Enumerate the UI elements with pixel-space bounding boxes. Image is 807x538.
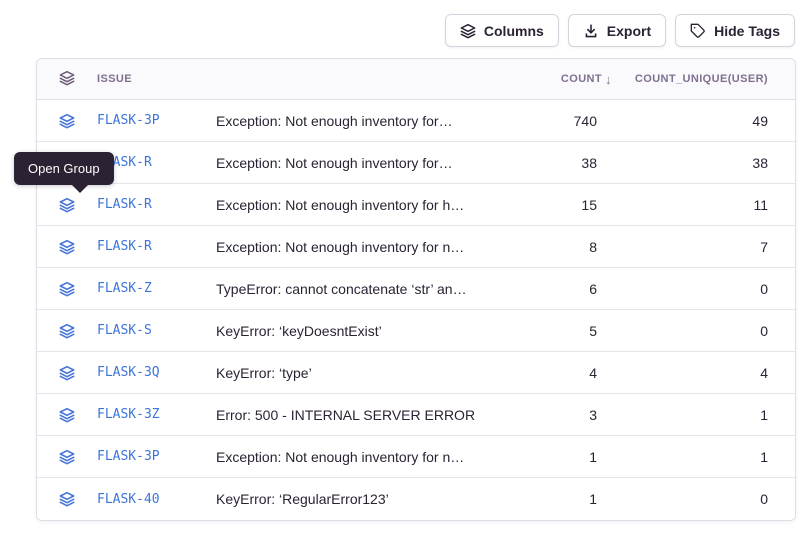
open-group-stack-icon[interactable] [37, 407, 97, 423]
open-group-stack-icon[interactable] [37, 491, 97, 507]
results-table: ISSUE COUNT ↓ COUNT_UNIQUE(USER) FLASK-3… [36, 58, 796, 521]
count-value: 5 [496, 323, 602, 339]
open-group-stack-icon[interactable] [37, 239, 97, 255]
issue-title: Exception: Not enough inventory for h… [216, 197, 496, 213]
table-row: FLASK-R Exception: Not enough inventory … [37, 226, 795, 268]
open-group-stack-icon[interactable] [37, 365, 97, 381]
count-value: 6 [496, 281, 602, 297]
issue-key-link[interactable]: FLASK-40 [97, 492, 216, 507]
issue-title: KeyError: ‘keyDoesntExist’ [216, 323, 496, 339]
export-button-label: Export [607, 23, 651, 39]
toolbar: Columns Export Hide Tags [445, 14, 795, 47]
count-value: 38 [496, 155, 602, 171]
table-row: FLASK-40 KeyError: ‘RegularError123’ 1 0 [37, 478, 795, 520]
header-issue: ISSUE [97, 73, 216, 85]
table-header-row: ISSUE COUNT ↓ COUNT_UNIQUE(USER) [37, 59, 795, 100]
issue-title: Exception: Not enough inventory for… [216, 155, 496, 171]
issue-title: Exception: Not enough inventory for n… [216, 239, 496, 255]
count-unique-value: 1 [602, 407, 795, 423]
count-unique-value: 49 [602, 113, 795, 129]
count-unique-value: 7 [602, 239, 795, 255]
table-row: FLASK-3Q KeyError: ‘type’ 4 4 [37, 352, 795, 394]
count-unique-value: 0 [602, 281, 795, 297]
table-row: FLASK-3Z Error: 500 - INTERNAL SERVER ER… [37, 394, 795, 436]
count-unique-value: 11 [602, 197, 795, 213]
header-count-unique[interactable]: COUNT_UNIQUE(USER) [602, 73, 795, 85]
tooltip-label: Open Group [28, 161, 100, 176]
count-value: 1 [496, 449, 602, 465]
columns-button-label: Columns [484, 23, 544, 39]
issue-key-link[interactable]: FLASK-3P [97, 113, 216, 128]
issue-key-link[interactable]: FLASK-3Q [97, 365, 216, 380]
issue-title: KeyError: ‘type’ [216, 365, 496, 381]
hide-tags-button-label: Hide Tags [714, 23, 780, 39]
issue-title: Exception: Not enough inventory for n… [216, 449, 496, 465]
issue-key-link[interactable]: FLASK-3P [97, 449, 216, 464]
open-group-stack-icon[interactable] [37, 449, 97, 465]
issue-key-link[interactable]: FLASK-R [97, 197, 216, 212]
table-row: FLASK-S KeyError: ‘keyDoesntExist’ 5 0 [37, 310, 795, 352]
table-row: FLASK-3P Exception: Not enough inventory… [37, 100, 795, 142]
download-icon [583, 23, 599, 39]
issue-title: Error: 500 - INTERNAL SERVER ERROR [216, 407, 496, 423]
open-group-stack-icon[interactable] [37, 281, 97, 297]
count-unique-value: 0 [602, 491, 795, 507]
table-body: FLASK-3P Exception: Not enough inventory… [37, 100, 795, 520]
issue-title: TypeError: cannot concatenate ‘str’ an… [216, 281, 496, 297]
columns-button[interactable]: Columns [445, 14, 559, 47]
header-count[interactable]: COUNT ↓ [496, 72, 602, 87]
stack-header-icon [37, 70, 97, 89]
count-value: 15 [496, 197, 602, 213]
tag-icon [690, 23, 706, 39]
count-value: 4 [496, 365, 602, 381]
count-value: 8 [496, 239, 602, 255]
issue-key-link[interactable]: FLASK-3Z [97, 407, 216, 422]
issue-key-link[interactable]: FLASK-Z [97, 281, 216, 296]
count-unique-value: 4 [602, 365, 795, 381]
issue-title: Exception: Not enough inventory for… [216, 113, 496, 129]
table-row: FLASK-R Exception: Not enough inventory … [37, 184, 795, 226]
count-unique-value: 1 [602, 449, 795, 465]
table-row: FLASK-R Exception: Not enough inventory … [37, 142, 795, 184]
open-group-tooltip: Open Group [14, 152, 114, 185]
stack-icon [460, 23, 476, 39]
table-row: FLASK-Z TypeError: cannot concatenate ‘s… [37, 268, 795, 310]
open-group-stack-icon[interactable] [37, 197, 97, 213]
hide-tags-button[interactable]: Hide Tags [675, 14, 795, 47]
issue-key-link[interactable]: FLASK-S [97, 323, 216, 338]
open-group-stack-icon[interactable] [37, 113, 97, 129]
table-row: FLASK-3P Exception: Not enough inventory… [37, 436, 795, 478]
issue-key-link[interactable]: FLASK-R [97, 155, 216, 170]
count-value: 740 [496, 113, 602, 129]
count-value: 1 [496, 491, 602, 507]
count-unique-value: 0 [602, 323, 795, 339]
issue-key-link[interactable]: FLASK-R [97, 239, 216, 254]
count-value: 3 [496, 407, 602, 423]
count-unique-value: 38 [602, 155, 795, 171]
issue-title: KeyError: ‘RegularError123’ [216, 491, 496, 507]
open-group-stack-icon[interactable] [37, 323, 97, 339]
export-button[interactable]: Export [568, 14, 666, 47]
